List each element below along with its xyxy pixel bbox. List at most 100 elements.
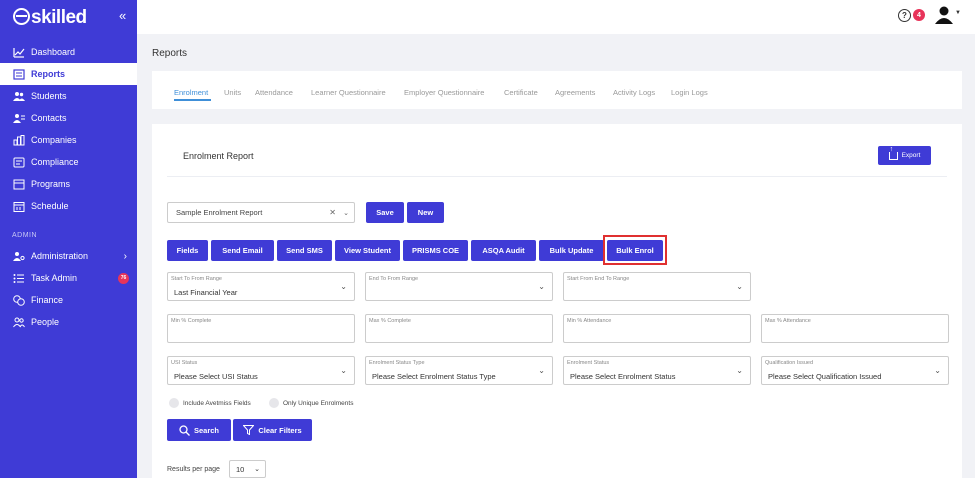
sidebar-item-dashboard[interactable]: Dashboard [0,41,137,63]
field-value: Please Select Qualification Issued [768,372,882,381]
active-tab-indicator [174,99,211,101]
send-email-button[interactable]: Send Email [211,240,274,261]
sidebar-item-label: Administration [31,251,89,261]
sidebar-item-label: Compliance [31,157,79,167]
field-value: Please Select USI Status [174,372,258,381]
min-percent-attendance-input[interactable]: Min % Attendance [563,314,751,343]
export-icon [888,146,898,160]
topbar: ? 4 ▼ [137,0,975,34]
schedule-icon [12,201,25,212]
task-count-badge: 76 [118,272,129,284]
sidebar-item-companies[interactable]: Companies [0,129,137,151]
administration-icon [12,251,25,262]
tab-attendance[interactable]: Attendance [255,88,293,97]
asqa-audit-button[interactable]: ASQA Audit [471,240,536,261]
only-unique-enrolments-checkbox[interactable]: Only Unique Enrolments [269,398,353,408]
collapse-sidebar-icon[interactable]: « [119,8,126,23]
sidebar-item-finance[interactable]: Finance [0,289,137,311]
chevron-down-icon: ⌄ [934,366,941,375]
saved-report-select[interactable]: Sample Enrolment Report ✕ ⌄ [167,202,355,223]
sidebar-item-compliance[interactable]: Compliance [0,151,137,173]
bulk-update-button[interactable]: Bulk Update [539,240,604,261]
fields-button[interactable]: Fields [167,240,208,261]
search-label: Search [193,425,220,435]
page-title: Reports [152,48,188,59]
clear-selection-icon[interactable]: ✕ [329,208,336,217]
task-admin-icon [12,273,25,284]
chevron-down-icon: ⌄ [736,366,743,375]
sidebar-item-label: Students [31,91,67,101]
sidebar-item-task-admin[interactable]: Task Admin 76 [0,267,137,289]
tab-certificate[interactable]: Certificate [504,88,538,97]
qualification-issued-select[interactable]: Qualification Issued Please Select Quali… [761,356,949,385]
sidebar-item-reports[interactable]: Reports [0,63,137,85]
clear-filters-label: Clear Filters [258,425,302,435]
logo-text: skilled [31,7,87,28]
tab-login-logs[interactable]: Login Logs [671,88,708,97]
field-label: Qualification Issued [765,360,813,366]
search-button[interactable]: Search [167,419,231,441]
tab-agreements[interactable]: Agreements [555,88,595,97]
tab-activity-logs[interactable]: Activity Logs [613,88,655,97]
start-from-end-to-range-select[interactable]: Start From End To Range ⌄ [563,272,751,301]
chevron-down-icon: ⌄ [538,366,545,375]
highlight-box [603,235,667,265]
sidebar-item-label: Dashboard [31,47,76,57]
field-label: Min % Complete [171,318,212,324]
min-percent-complete-input[interactable]: Min % Complete [167,314,355,343]
sidebar-item-administration[interactable]: Administration › [0,245,137,267]
results-per-page-label: Results per page [167,466,220,473]
sidebar-item-contacts[interactable]: Contacts [0,107,137,129]
tab-enrolment[interactable]: Enrolment [174,88,208,97]
view-student-button[interactable]: View Student [335,240,400,261]
field-label: Start From End To Range [567,276,630,282]
new-button[interactable]: New [407,202,444,223]
end-to-from-range-select[interactable]: End To From Range ⌄ [365,272,553,301]
sidebar-item-schedule[interactable]: Schedule [0,195,137,217]
dashboard-icon [12,47,25,58]
enrolment-status-select[interactable]: Enrolment Status Please Select Enrolment… [563,356,751,385]
results-per-page-select[interactable]: 10 ⌄ [229,460,266,478]
save-button[interactable]: Save [366,202,404,223]
reports-icon [12,68,25,80]
contacts-icon [12,113,25,124]
start-to-from-range-select[interactable]: Start To From Range Last Financial Year … [167,272,355,301]
results-per-page-value: 10 [236,464,245,474]
sidebar-item-label: Programs [31,179,71,189]
chevron-down-icon: ⌄ [736,282,743,291]
user-avatar-icon[interactable] [934,6,954,24]
sidebar-item-programs[interactable]: Programs [0,173,137,195]
tab-units[interactable]: Units [224,88,241,97]
sidebar-item-people[interactable]: People [0,311,137,333]
chevron-down-icon: ⌄ [254,466,260,473]
sidebar-item-students[interactable]: Students [0,85,137,107]
field-label: Start To From Range [171,276,222,282]
help-icon[interactable]: ? [898,9,911,22]
include-avetmiss-checkbox[interactable]: Include Avetmiss Fields [169,398,251,408]
chevron-down-icon[interactable]: ⌄ [343,209,349,217]
sidebar-item-label: Reports [31,69,66,79]
checkbox-circle[interactable] [169,398,179,408]
send-sms-button[interactable]: Send SMS [277,240,332,261]
enrolment-status-type-select[interactable]: Enrolment Status Type Please Select Enro… [365,356,553,385]
card-title: Enrolment Report [183,151,254,161]
checkbox-circle[interactable] [269,398,279,408]
usi-status-select[interactable]: USI Status Please Select USI Status ⌄ [167,356,355,385]
programs-icon [12,179,25,190]
field-label: Max % Complete [369,318,411,324]
max-percent-attendance-input[interactable]: Max % Attendance [761,314,949,343]
export-button[interactable]: Export [878,146,931,165]
tab-learner-questionnaire[interactable]: Learner Questionnaire [311,88,386,97]
chevron-down-icon: ⌄ [340,282,347,291]
field-label: Enrolment Status Type [369,360,425,366]
max-percent-complete-input[interactable]: Max % Complete [365,314,553,343]
eskilled-logo[interactable]: skilled [13,6,87,29]
filter-icon [243,425,255,435]
tab-employer-questionnaire[interactable]: Employer Questionnaire [404,88,484,97]
caret-down-icon[interactable]: ▼ [955,10,961,16]
sidebar-item-label: Schedule [31,201,69,211]
field-label: Enrolment Status [567,360,610,366]
prisms-coe-button[interactable]: PRISMS COE [403,240,468,261]
clear-filters-button[interactable]: Clear Filters [233,419,312,441]
field-label: End To From Range [369,276,419,282]
